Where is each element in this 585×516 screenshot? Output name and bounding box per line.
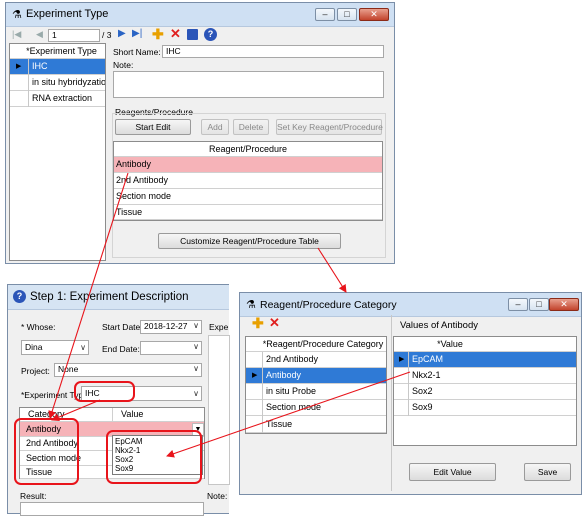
- arrow-values-to-dropdown: [166, 371, 411, 458]
- annotation-arrows: [48, 172, 411, 458]
- arrow-customize-to-category-window: [317, 247, 347, 293]
- arrow-antibody-to-category: [48, 172, 129, 419]
- arrow-exptype-to-category: [51, 399, 101, 421]
